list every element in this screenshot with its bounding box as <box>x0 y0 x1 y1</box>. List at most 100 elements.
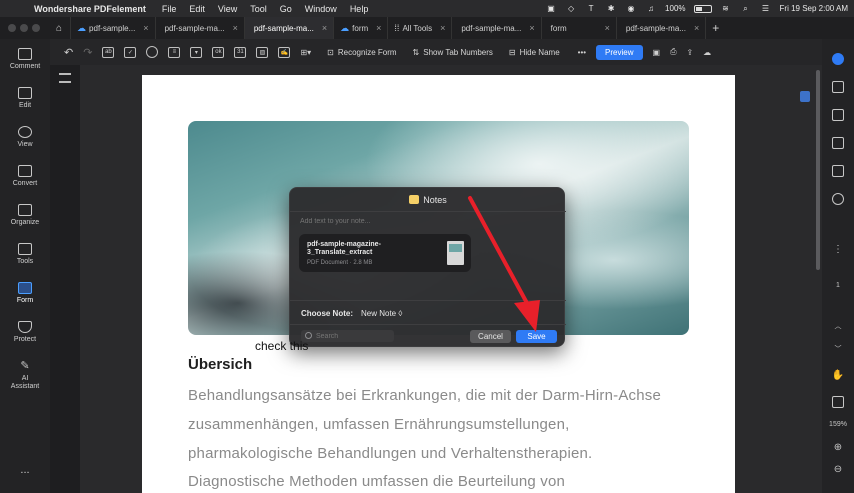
page-thumbnail-icon[interactable] <box>800 91 810 102</box>
close-icon[interactable]: × <box>376 23 381 33</box>
save-icon[interactable]: ▣ <box>653 44 661 60</box>
thumbnails-icon[interactable] <box>832 81 844 93</box>
choose-note-dropdown[interactable]: New Note ◊ <box>361 309 402 318</box>
menu-window[interactable]: Window <box>305 4 337 14</box>
hide-name-button[interactable]: ⊟ Hide Name <box>509 48 560 57</box>
hand-tool-icon[interactable]: ✋ <box>822 370 854 381</box>
menu-edit[interactable]: Edit <box>189 4 205 14</box>
zoom-window-button[interactable] <box>32 24 40 32</box>
more-icon[interactable]: ⋮ <box>822 244 854 255</box>
menu-help[interactable]: Help <box>350 4 369 14</box>
fields-icon[interactable] <box>832 165 844 177</box>
undo-icon[interactable]: ↶ <box>64 44 73 60</box>
chevron-up-icon[interactable]: ︿ <box>822 321 854 331</box>
ai-chat-icon[interactable] <box>832 53 844 65</box>
sidebar-item-form[interactable]: Form <box>0 282 50 304</box>
sidebar-item-edit[interactable]: Edit <box>0 87 50 109</box>
tab-all-tools[interactable]: ⁞⁞ All Tools × <box>388 17 453 39</box>
filter-icon[interactable] <box>59 73 71 83</box>
menu-view[interactable]: View <box>218 4 237 14</box>
tab-pdf-sample-1[interactable]: ☁ pdf-sample... × <box>71 17 156 39</box>
list-box-icon[interactable]: ≡ <box>168 46 181 58</box>
search-field[interactable] <box>301 330 394 342</box>
fit-page-icon[interactable] <box>832 396 844 408</box>
menu-tool[interactable]: Tool <box>250 4 267 14</box>
sidebar-item-tools[interactable]: Tools <box>0 243 50 265</box>
note-text-input[interactable] <box>300 218 556 225</box>
print-icon[interactable]: ⎙ <box>670 44 676 60</box>
redo-icon[interactable]: ↷ <box>83 44 92 60</box>
menu-go[interactable]: Go <box>280 4 292 14</box>
share-icon[interactable]: ⇪ <box>686 44 693 60</box>
zoom-in-icon[interactable]: ⊕ <box>822 442 854 453</box>
radio-button-icon[interactable] <box>146 46 159 58</box>
app-name-menu[interactable]: Wondershare PDFelement <box>34 4 146 14</box>
attachment-icon[interactable] <box>832 193 844 205</box>
paragraph-line: Diagnostische Methoden umfassen die Beur… <box>188 473 566 490</box>
toolbox-icon <box>18 243 32 255</box>
chevron-down-icon[interactable]: ﹀ <box>822 344 854 354</box>
sidebar-item-label: Tools <box>16 258 34 265</box>
tab-pdf-sample-4[interactable]: pdf-sample-ma... × <box>452 17 542 39</box>
dropbox-icon[interactable]: ◇ <box>565 4 577 13</box>
status-app-icon[interactable]: ▣ <box>545 4 557 13</box>
image-field-icon[interactable]: ▨ <box>256 46 269 58</box>
bookmark-icon[interactable] <box>832 137 844 149</box>
preview-button[interactable]: Preview <box>596 44 643 60</box>
close-icon[interactable]: × <box>143 23 148 33</box>
cancel-button[interactable]: Cancel <box>470 330 511 343</box>
battery-icon[interactable] <box>693 4 712 13</box>
close-window-button[interactable] <box>8 24 16 32</box>
close-icon[interactable]: × <box>529 23 534 33</box>
tab-form-1[interactable]: ☁ form × <box>334 17 389 39</box>
align-icon[interactable]: ⊞▾ <box>300 44 311 60</box>
control-center-icon[interactable]: ☰ <box>760 4 772 13</box>
menu-file[interactable]: File <box>162 4 177 14</box>
more-options-button[interactable]: ... <box>0 464 50 476</box>
text-icon[interactable]: T <box>585 4 597 13</box>
button-field-icon[interactable]: ok <box>212 46 225 58</box>
home-tab[interactable]: ⌂ <box>48 17 72 39</box>
signature-field-icon[interactable]: ✍ <box>278 46 291 58</box>
sidebar-item-ai-assistant[interactable]: ✎ AI Assistant <box>0 360 50 391</box>
sidebar-item-comment[interactable]: Comment <box>0 48 50 70</box>
checkbox-icon[interactable]: ✓ <box>124 46 137 58</box>
sidebar-item-convert[interactable]: Convert <box>0 165 50 187</box>
close-icon[interactable]: × <box>694 23 699 33</box>
date-field-icon[interactable]: 31 <box>234 46 247 58</box>
sidebar-item-protect[interactable]: Protect <box>0 321 50 343</box>
tab-pdf-sample-5[interactable]: pdf-sample-ma... × <box>617 17 707 39</box>
zoom-out-icon[interactable]: ⊖ <box>822 464 854 475</box>
record-icon[interactable]: ◉ <box>625 4 637 13</box>
music-icon[interactable]: ♫ <box>645 4 657 13</box>
recognize-form-button[interactable]: ⊡ Recognize Form <box>327 48 396 57</box>
gear-icon[interactable]: ✱ <box>605 4 617 13</box>
close-icon[interactable]: × <box>605 23 610 33</box>
combo-box-icon[interactable]: ▾ <box>190 46 203 58</box>
wifi-icon[interactable]: ≋ <box>720 4 732 13</box>
show-tab-numbers-button[interactable]: ⇅ Show Tab Numbers <box>413 48 493 57</box>
search-icon[interactable]: ⌕ <box>740 4 752 13</box>
tab-pdf-sample-3-active[interactable]: pdf-sample-ma... × <box>244 17 335 39</box>
zoom-level[interactable]: 159% <box>822 421 854 428</box>
sidebar-item-organize[interactable]: Organize <box>0 204 50 226</box>
page-number[interactable]: 1 <box>822 282 854 289</box>
tab-form-2[interactable]: form × <box>542 17 617 39</box>
cloud-upload-icon[interactable]: ☁ <box>703 44 711 60</box>
search-input[interactable] <box>316 331 390 341</box>
datetime[interactable]: Fri 19 Sep 2:00 AM <box>780 4 848 13</box>
tab-pdf-sample-2[interactable]: pdf-sample-ma... × <box>156 17 245 39</box>
comments-icon[interactable] <box>832 109 844 121</box>
more-icon[interactable]: ••• <box>578 44 586 60</box>
close-icon[interactable]: × <box>233 23 238 33</box>
close-icon[interactable]: × <box>322 23 327 33</box>
attachment-meta: PDF Document · 2.8 MB <box>307 260 373 266</box>
close-icon[interactable]: × <box>440 23 445 33</box>
save-button[interactable]: Save <box>516 330 557 343</box>
new-tab-button[interactable]: + <box>706 17 725 39</box>
sidebar-item-view[interactable]: View <box>0 126 50 148</box>
attachment-card[interactable]: pdf-sample-magazine-3_Translate_extract … <box>299 234 471 272</box>
scrollbar[interactable] <box>816 70 820 270</box>
text-field-icon[interactable]: ab <box>102 46 115 58</box>
minimize-window-button[interactable] <box>20 24 28 32</box>
